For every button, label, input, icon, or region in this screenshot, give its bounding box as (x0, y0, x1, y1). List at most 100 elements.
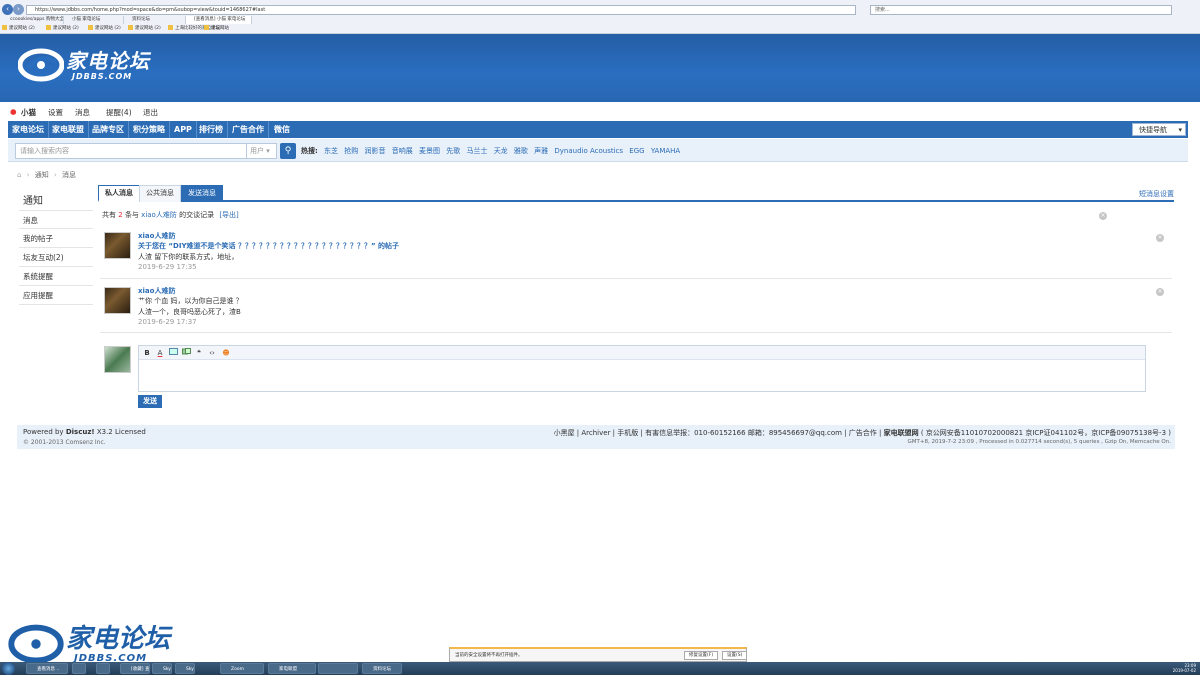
nav-item[interactable]: 积分策略 (129, 121, 170, 138)
taskbar-item[interactable] (318, 663, 358, 674)
avatar[interactable] (104, 232, 131, 259)
favorite-item[interactable]: 建议网站 (2) (88, 25, 121, 33)
favorite-item[interactable]: 建议网站 (2) (128, 25, 161, 33)
code-icon[interactable]: ‹› (207, 348, 217, 358)
settings-link[interactable]: 设置 (48, 107, 63, 118)
bold-icon[interactable]: B (142, 348, 152, 358)
font-color-icon[interactable]: A (155, 348, 165, 358)
quick-nav-dropdown[interactable]: 快捷导航 ▾ (1132, 123, 1186, 136)
smiley-icon[interactable]: ☻ (221, 348, 231, 358)
settings-button[interactable]: 设置(S) (722, 651, 748, 660)
sidebar-item-messages[interactable]: 消息 (19, 210, 93, 229)
main-nav: 家电论坛 家电联盟 品牌专区 积分策略 APP 排行榜 广告合作 微信 快捷导航… (8, 121, 1188, 138)
browser-tab[interactable]: ccoookies/apps 购物大全站 (2, 16, 64, 24)
avatar[interactable] (104, 287, 131, 314)
sidebar-item-system[interactable]: 系统提醒 (19, 267, 93, 286)
search-input[interactable]: 请输入搜索内容 (15, 143, 247, 159)
nav-item[interactable]: 微信 (270, 121, 294, 138)
sidebar-item-interactions[interactable]: 坛友互动(2) (19, 248, 93, 267)
message-author[interactable]: xiao人难防 (138, 286, 175, 296)
taskbar-item[interactable]: Skype (152, 663, 172, 674)
sidebar-item-apps[interactable]: 应用提醒 (19, 286, 93, 305)
taskbar-item[interactable]: [收藏] 查看... (120, 663, 150, 674)
search-type-select[interactable]: 用户 ▾ (247, 143, 277, 159)
delete-message-icon[interactable]: × (1156, 288, 1164, 296)
hot-word[interactable]: 雅歌 (514, 147, 528, 155)
image-icon[interactable] (168, 348, 178, 358)
quote-icon[interactable]: ❝ (194, 348, 204, 358)
send-button[interactable]: 发送 (138, 395, 162, 408)
pm-settings-link[interactable]: 短消息设置 (1139, 189, 1174, 199)
taskbar-item[interactable]: Skype (175, 663, 195, 674)
hot-word[interactable]: 天龙 (494, 147, 508, 155)
browser-chrome: ‹ › https://www.jdbbs.com/home.php?mod=s… (0, 0, 1200, 34)
message-count: 2 (118, 211, 123, 219)
start-icon[interactable] (2, 662, 15, 675)
message-text: 关于您在 “DIY难道不是个笑话 ？？？？？？？？？？？？？？？？？？？” 的帖… (138, 242, 399, 250)
favorite-icon (46, 25, 51, 30)
hot-word[interactable]: Dynaudio Acoustics (554, 147, 623, 155)
hot-word[interactable]: YAMAHA (651, 147, 680, 155)
summary-user-link[interactable]: xiao人难防 (141, 211, 177, 219)
taskbar-item[interactable]: 资料论坛 (362, 663, 402, 674)
sidebar-title: 通知 (23, 196, 43, 207)
hot-word[interactable]: 马兰士 (466, 147, 487, 155)
browser-tab[interactable]: 小猫 家电论坛 (64, 16, 124, 24)
favorite-item[interactable]: 建议网站 (2) (2, 25, 35, 33)
delete-message-icon[interactable]: × (1156, 234, 1164, 242)
nav-item[interactable]: 排行榜 (195, 121, 228, 138)
favorite-item[interactable]: 建议网站 (2) (46, 25, 79, 33)
nav-item[interactable]: 广告合作 (228, 121, 269, 138)
favorite-icon (88, 25, 93, 30)
breadcrumb-item[interactable]: 通知 (35, 171, 49, 179)
taskbar-item[interactable] (72, 663, 86, 674)
back-icon[interactable]: ‹ (2, 4, 13, 15)
reminders-link[interactable]: 提醒(4) (106, 107, 132, 118)
taskbar-item[interactable]: 查看消息 .. (26, 663, 68, 674)
message-text: 人渣一个，良哥吗恶心死了，渣B (138, 308, 241, 316)
home-icon[interactable]: ⌂ (17, 171, 21, 179)
hot-word[interactable]: 音响展 (392, 147, 413, 155)
nav-item[interactable]: 家电论坛 (8, 121, 49, 138)
browser-search-input[interactable]: 搜索... (870, 5, 1172, 15)
tab-private[interactable]: 私人消息 (98, 185, 140, 202)
taskbar-clock[interactable]: 23:09 2019-07-02 (1173, 663, 1196, 673)
link-icon[interactable] (181, 348, 191, 358)
send-message-button[interactable]: 发送消息 (181, 185, 223, 202)
taskbar-item[interactable]: 家电联盟 (268, 663, 316, 674)
hot-word[interactable]: EGG (629, 147, 644, 155)
nav-item[interactable]: APP (170, 121, 197, 138)
search-button[interactable]: ⚲ (280, 143, 296, 159)
address-bar[interactable]: https://www.jdbbs.com/home.php?mod=space… (26, 5, 856, 15)
tab-public[interactable]: 公共消息 (139, 185, 181, 202)
reply-editor[interactable]: B A ❝ ‹› ☻ (138, 345, 1146, 392)
browser-tab-active[interactable]: [查看消息] 小猫 家电论坛 (186, 16, 252, 24)
delete-all-icon[interactable]: × (1099, 212, 1107, 220)
messages-link[interactable]: 消息 (75, 107, 90, 118)
hot-word[interactable]: 东芝 (324, 147, 338, 155)
footer-stats: GMT+8, 2019-7-2 23:09 , Processed in 0.0… (907, 439, 1172, 445)
logout-link[interactable]: 退出 (143, 107, 158, 118)
browser-tab[interactable]: 资料论坛 (124, 16, 186, 24)
taskbar-item[interactable] (96, 663, 110, 674)
username-link[interactable]: 小猫 (21, 107, 36, 118)
logo-swirl-icon (18, 48, 64, 82)
hot-word[interactable]: 抢购 (344, 147, 358, 155)
message-time: 2019-6-29 17:35 (138, 263, 197, 271)
hot-word[interactable]: 先歌 (446, 147, 460, 155)
hot-word[interactable]: 润影音 (365, 147, 386, 155)
site-banner: 家电论坛 JDBBS.COM (0, 34, 1200, 102)
favorite-item[interactable]: 建议网站 (204, 25, 229, 33)
export-link[interactable]: [导出] (219, 211, 238, 219)
taskbar-item[interactable]: Zoom (220, 663, 264, 674)
nav-item[interactable]: 品牌专区 (88, 121, 129, 138)
hot-word[interactable]: 麦景图 (419, 147, 440, 155)
fix-settings-button[interactable]: 修复设置(F) (684, 651, 719, 660)
notification-text: 当前的安全设置将不再打开插件。 (455, 653, 523, 658)
nav-item[interactable]: 家电联盟 (48, 121, 89, 138)
hot-word[interactable]: 声雅 (534, 147, 548, 155)
message-author[interactable]: xiao人难防 (138, 231, 175, 241)
forward-icon[interactable]: › (13, 4, 24, 15)
site-logo[interactable]: 家电论坛 JDBBS.COM (18, 48, 150, 82)
sidebar-item-my-posts[interactable]: 我的帖子 (19, 229, 93, 248)
